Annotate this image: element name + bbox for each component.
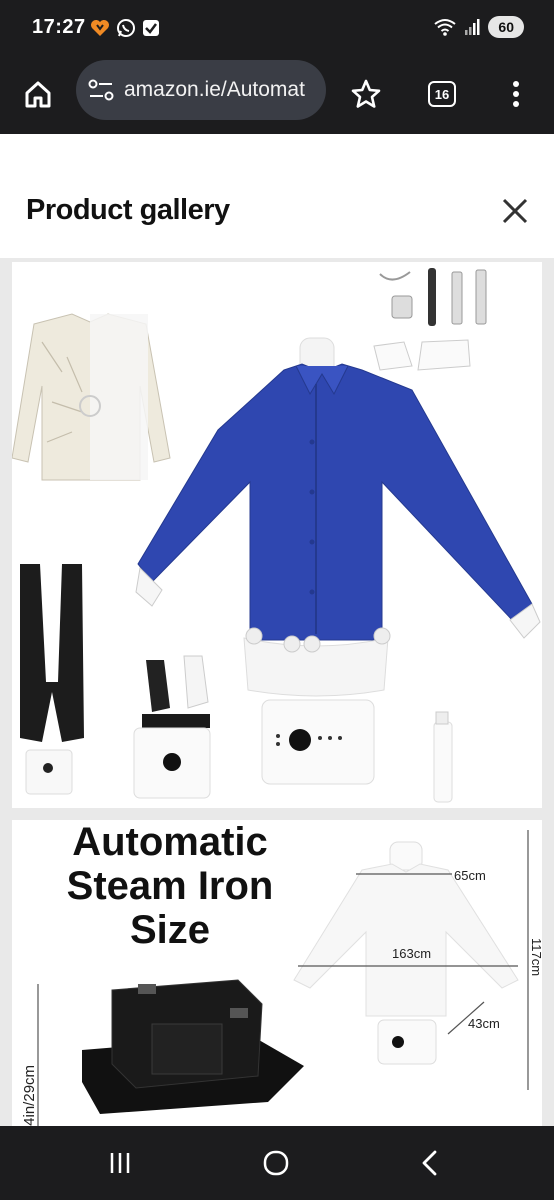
product-image-2[interactable]: Automatic Steam Iron Size 65cm 163cm 117… bbox=[12, 820, 542, 1126]
shoe-dryer bbox=[133, 655, 211, 799]
accessories bbox=[373, 268, 487, 371]
wifi-icon bbox=[434, 19, 457, 36]
page-title: Product gallery bbox=[26, 194, 230, 226]
spray-bottle bbox=[433, 711, 453, 803]
tab-count: 16 bbox=[428, 81, 456, 107]
gallery-header: Product gallery bbox=[0, 134, 554, 258]
home-icon bbox=[25, 81, 51, 108]
more-menu-button[interactable] bbox=[496, 74, 536, 114]
bookmark-button[interactable] bbox=[346, 74, 386, 114]
shirt-before-after bbox=[12, 313, 171, 481]
recents-button[interactable] bbox=[100, 1146, 140, 1180]
tabs-button[interactable]: 16 bbox=[422, 74, 462, 114]
system-status: 60 bbox=[434, 16, 524, 38]
home-nav-button[interactable] bbox=[256, 1146, 296, 1180]
heart-app-icon bbox=[91, 20, 109, 36]
url-text: amazon.ie/Automat bbox=[124, 78, 305, 101]
back-button[interactable] bbox=[410, 1146, 450, 1180]
size-title-line-3: Size bbox=[129, 908, 211, 952]
status-bar: 17:27 60 bbox=[0, 0, 554, 56]
star-icon bbox=[351, 79, 381, 108]
size-title: Automatic Steam Iron Size bbox=[40, 820, 300, 952]
close-button[interactable] bbox=[496, 192, 534, 230]
notification-icons bbox=[90, 18, 160, 38]
product-image-1[interactable] bbox=[12, 262, 542, 808]
dim-height-label: 117cm bbox=[529, 938, 542, 976]
close-icon bbox=[502, 198, 528, 224]
address-bar[interactable]: amazon.ie/Automat bbox=[76, 60, 326, 120]
status-time: 17:27 bbox=[32, 16, 86, 38]
recents-icon bbox=[110, 1153, 130, 1173]
menu-icon bbox=[513, 81, 519, 107]
trouser-dryer bbox=[20, 564, 84, 795]
dim-shoulder-label: 65cm bbox=[454, 868, 486, 883]
size-title-line-1: Automatic bbox=[72, 820, 268, 864]
dim-base-label: 43cm bbox=[468, 1016, 500, 1031]
check-icon bbox=[143, 20, 159, 36]
home-button[interactable] bbox=[18, 74, 58, 114]
whatsapp-icon bbox=[117, 19, 135, 37]
dim-side-label: .4in/29cm bbox=[21, 1065, 38, 1126]
site-settings-icon bbox=[88, 79, 114, 101]
black-base bbox=[82, 979, 304, 1114]
dim-width-label: 163cm bbox=[392, 946, 431, 961]
gallery-body: Automatic Steam Iron Size 65cm 163cm 117… bbox=[0, 258, 554, 1126]
home-nav-icon bbox=[263, 1150, 289, 1176]
size-title-line-2: Steam Iron bbox=[66, 864, 274, 908]
battery-level: 60 bbox=[488, 16, 524, 38]
back-icon bbox=[422, 1150, 437, 1176]
signal-icon bbox=[465, 19, 480, 35]
system-nav-bar bbox=[0, 1126, 554, 1200]
product-illustration bbox=[12, 268, 541, 803]
browser-toolbar: amazon.ie/Automat 16 bbox=[0, 56, 554, 134]
